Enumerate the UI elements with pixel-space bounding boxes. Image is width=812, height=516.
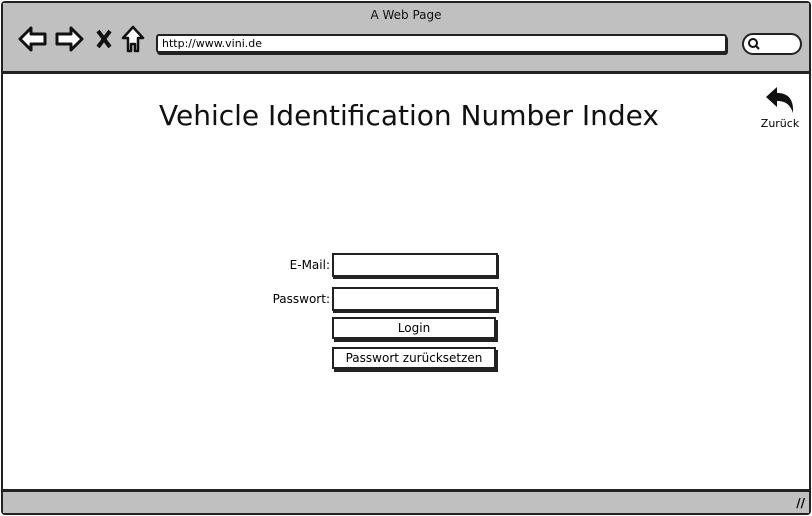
back-arrow-icon[interactable] — [18, 25, 48, 53]
browser-toolbar: A Web Page http://www.vini.de — [3, 3, 809, 74]
password-field[interactable] — [332, 287, 498, 311]
browser-search-field[interactable] — [742, 33, 802, 55]
address-bar[interactable]: http://www.vini.de — [156, 34, 727, 53]
reset-password-button[interactable]: Passwort zurücksetzen — [332, 347, 496, 369]
forward-arrow-icon[interactable] — [54, 25, 84, 53]
back-button[interactable]: Zurück — [755, 85, 805, 130]
page-title: Vehicle Identification Number Index — [159, 99, 659, 132]
email-label: E-Mail: — [289, 258, 330, 272]
back-label: Zurück — [760, 117, 800, 130]
close-icon[interactable] — [95, 25, 113, 53]
undo-arrow-icon — [766, 87, 794, 113]
login-button[interactable]: Login — [332, 317, 496, 339]
status-bar: // — [3, 489, 809, 513]
search-icon — [748, 38, 760, 50]
home-icon[interactable] — [121, 25, 145, 53]
browser-window: A Web Page http://www.vini.de Vehicle Id… — [1, 1, 811, 515]
password-label: Passwort: — [272, 292, 330, 306]
email-field[interactable] — [332, 253, 498, 277]
window-title: A Web Page — [370, 8, 442, 22]
resize-grip-icon[interactable]: // — [796, 496, 805, 510]
